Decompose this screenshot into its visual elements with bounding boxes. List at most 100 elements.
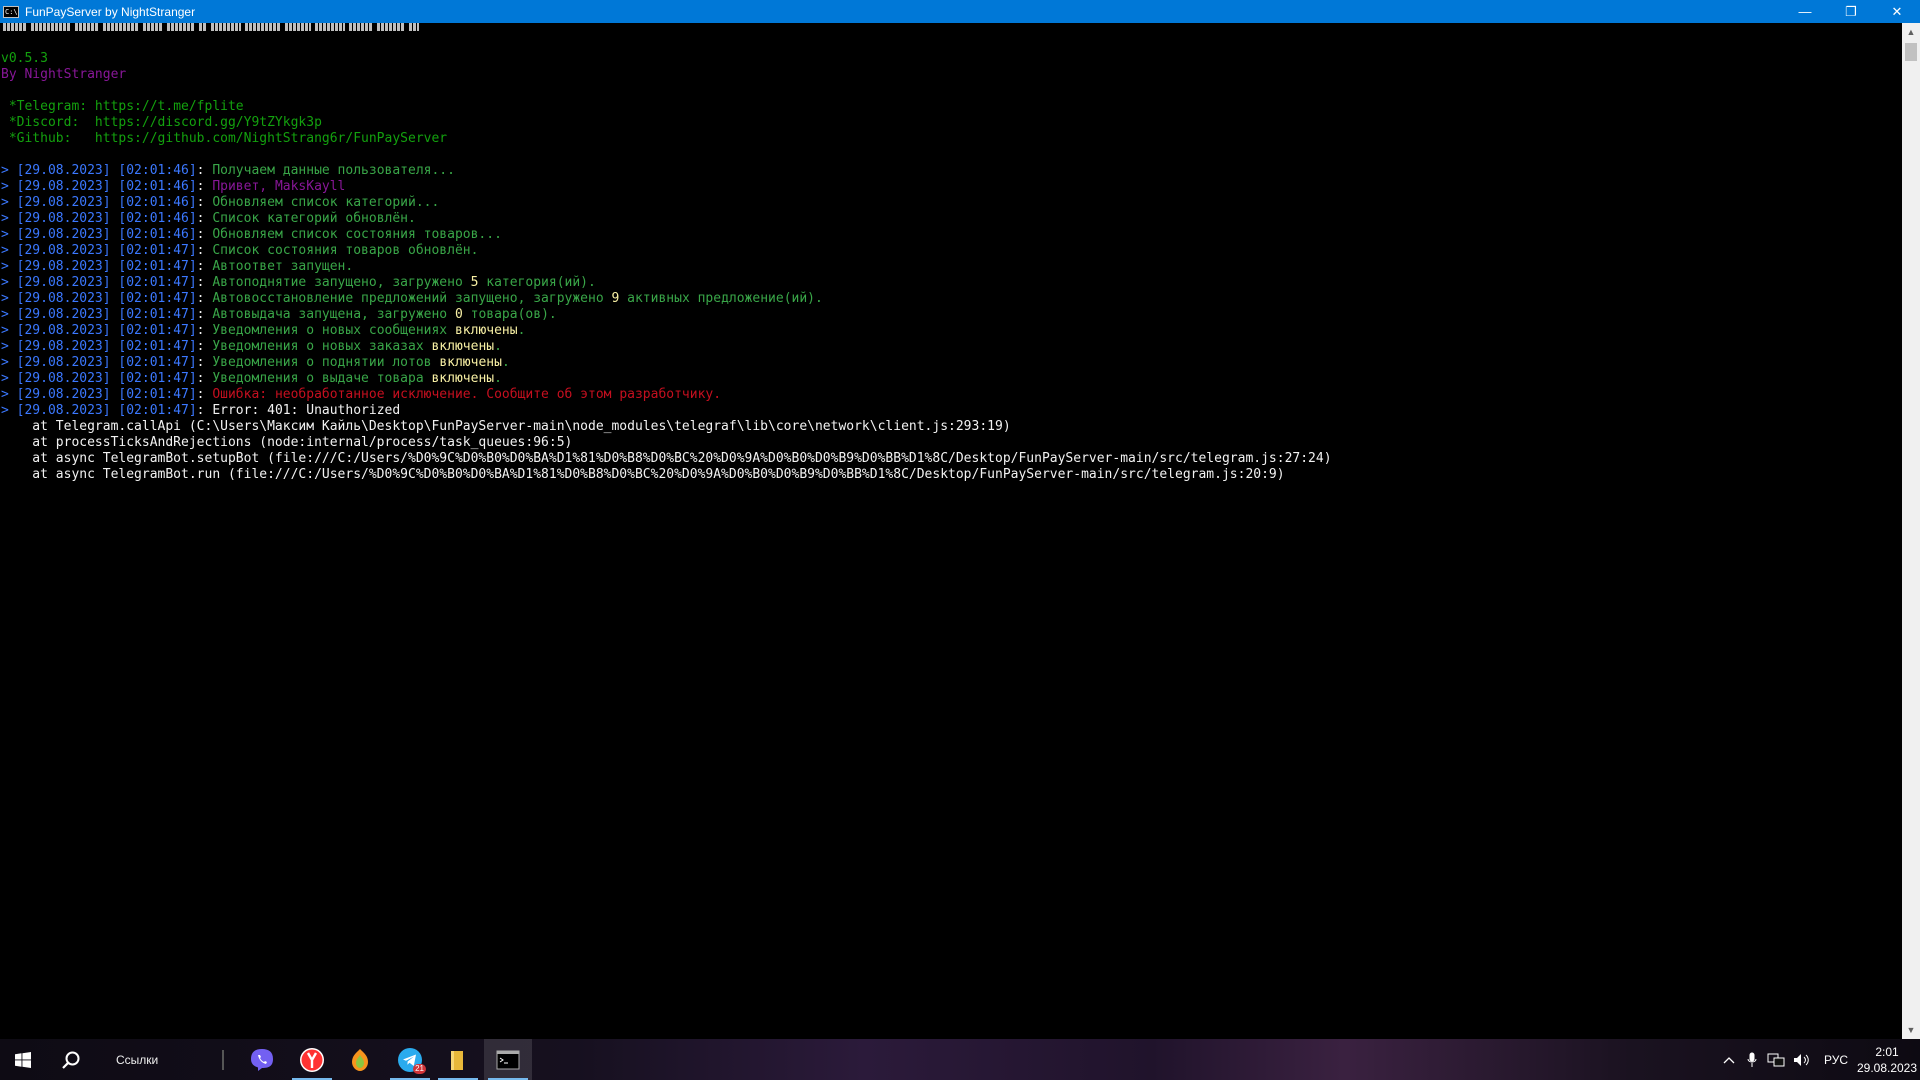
log-message: 0 bbox=[454, 307, 463, 322]
log-message: Ошибка: необработанное исключение. Сообщ… bbox=[212, 387, 722, 402]
link-label: *Discord: bbox=[1, 115, 95, 130]
scroll-down-arrow-icon[interactable]: ▼ bbox=[1902, 1021, 1920, 1039]
log-timestamp: [29.08.2023] [02:01:46] bbox=[16, 179, 197, 194]
network-icon bbox=[1767, 1053, 1785, 1066]
log-separator: : bbox=[196, 371, 213, 386]
language-indicator[interactable]: РУС bbox=[1818, 1039, 1854, 1080]
log-separator: : bbox=[196, 163, 213, 178]
link-line: *Github: https://github.com/NightStrang6… bbox=[1, 131, 1902, 147]
stack-line: at Telegram.callApi (C:\Users\Максим Кай… bbox=[1, 419, 1011, 434]
log-line: > [29.08.2023] [02:01:47]: Ошибка: необр… bbox=[1, 387, 1902, 403]
taskbar-app-yandex[interactable] bbox=[288, 1039, 336, 1080]
volume-tray[interactable] bbox=[1790, 1039, 1814, 1080]
log-timestamp: [29.08.2023] [02:01:47] bbox=[16, 307, 197, 322]
log-message: Уведомления о новых сообщениях bbox=[212, 323, 455, 338]
log-message: товара(ов). bbox=[462, 307, 557, 322]
ascii-banner bbox=[1, 23, 1902, 35]
console-output[interactable]: v0.5.3 By NightStranger *Telegram: https… bbox=[0, 23, 1902, 1039]
log-separator: : bbox=[196, 275, 213, 290]
link-line: *Discord: https://discord.gg/Y9tZYkgk3p bbox=[1, 115, 1902, 131]
log-message: Уведомления о поднятии лотов bbox=[212, 355, 440, 370]
prompt-marker: > bbox=[1, 339, 17, 354]
log-separator: : bbox=[196, 323, 213, 338]
log-separator: : bbox=[196, 291, 213, 306]
prompt-marker: > bbox=[1, 211, 17, 226]
log-timestamp: [29.08.2023] [02:01:47] bbox=[16, 387, 197, 402]
links-toolbar-label: Ссылки bbox=[116, 1052, 159, 1067]
close-button[interactable]: ✕ bbox=[1874, 0, 1920, 23]
file-explorer-icon bbox=[451, 1050, 463, 1070]
log-message: активных предложение(ий). bbox=[619, 291, 823, 306]
scroll-thumb[interactable] bbox=[1905, 43, 1917, 61]
clock-date: 29.08.2023 bbox=[1856, 1060, 1918, 1075]
prompt-marker: > bbox=[1, 291, 17, 306]
link-label: *Github: bbox=[1, 131, 95, 146]
link-url: https://github.com/NightStrang6r/FunPayS… bbox=[94, 131, 448, 146]
log-line: > [29.08.2023] [02:01:47]: Автовосстанов… bbox=[1, 291, 1902, 307]
clock[interactable]: 2:01 29.08.2023 bbox=[1856, 1039, 1918, 1080]
log-message: . bbox=[494, 339, 502, 354]
prompt-marker: > bbox=[1, 227, 17, 242]
link-line: *Telegram: https://t.me/fplite bbox=[1, 99, 1902, 115]
stack-line: at async TelegramBot.run (file:///C:/Use… bbox=[1, 467, 1285, 482]
log-message: Обновляем список состояния товаров... bbox=[212, 227, 502, 242]
microphone-icon bbox=[1747, 1052, 1757, 1067]
log-timestamp: [29.08.2023] [02:01:47] bbox=[16, 243, 197, 258]
scroll-up-arrow-icon[interactable]: ▲ bbox=[1902, 23, 1920, 41]
taskbar-app-explorer[interactable] bbox=[434, 1039, 482, 1080]
log-line: > [29.08.2023] [02:01:47]: Уведомления о… bbox=[1, 355, 1902, 371]
log-separator: : bbox=[196, 387, 213, 402]
log-message: включены bbox=[439, 355, 502, 370]
log-timestamp: [29.08.2023] [02:01:47] bbox=[16, 259, 197, 274]
log-message: Автовосстановление предложений запущено,… bbox=[212, 291, 612, 306]
minimize-button[interactable]: — bbox=[1782, 0, 1828, 23]
log-message: включены bbox=[431, 339, 495, 354]
taskbar-app-viber[interactable] bbox=[238, 1039, 286, 1080]
window-title-bar[interactable]: C:\ FunPayServer by NightStranger — ❐ ✕ bbox=[0, 0, 1920, 23]
microphone-tray[interactable] bbox=[1742, 1039, 1762, 1080]
log-line: > [29.08.2023] [02:01:47]: Уведомления о… bbox=[1, 323, 1902, 339]
prompt-marker: > bbox=[1, 371, 17, 386]
start-button[interactable] bbox=[0, 1039, 46, 1080]
log-message: Автоподнятие запущено, загружено bbox=[212, 275, 471, 290]
log-separator: : bbox=[196, 403, 213, 418]
prompt-marker: > bbox=[1, 403, 17, 418]
log-timestamp: [29.08.2023] [02:01:47] bbox=[16, 355, 197, 370]
links-block: *Telegram: https://t.me/fplite *Discord:… bbox=[1, 99, 1902, 147]
log-timestamp: [29.08.2023] [02:01:47] bbox=[16, 339, 197, 354]
log-message: Обновляем список категорий... bbox=[212, 195, 440, 210]
chevron-up-icon bbox=[1723, 1056, 1735, 1063]
link-label: *Telegram: bbox=[1, 99, 95, 114]
log-message: Error: 401: Unauthorized bbox=[212, 403, 401, 418]
console-scrollbar[interactable]: ▲ ▼ bbox=[1902, 23, 1920, 1039]
log-block: > [29.08.2023] [02:01:46]: Получаем данн… bbox=[1, 163, 1902, 419]
links-toolbar[interactable]: Ссылки bbox=[106, 1039, 226, 1080]
log-line: > [29.08.2023] [02:01:47]: Уведомления о… bbox=[1, 339, 1902, 355]
log-line: > [29.08.2023] [02:01:47]: Автоподнятие … bbox=[1, 275, 1902, 291]
log-timestamp: [29.08.2023] [02:01:47] bbox=[16, 323, 197, 338]
command-prompt-icon bbox=[496, 1050, 520, 1069]
log-line: > [29.08.2023] [02:01:46]: Обновляем спи… bbox=[1, 227, 1902, 243]
restore-button[interactable]: ❐ bbox=[1828, 0, 1874, 23]
prompt-marker: > bbox=[1, 307, 17, 322]
log-message: Уведомления о новых заказах bbox=[212, 339, 432, 354]
log-timestamp: [29.08.2023] [02:01:47] bbox=[16, 371, 197, 386]
taskbar-app-telegram[interactable]: 21 bbox=[386, 1039, 434, 1080]
taskbar-app-fl-studio[interactable] bbox=[336, 1039, 384, 1080]
taskbar-app-cmd[interactable] bbox=[484, 1039, 532, 1080]
log-message: Привет, MaksKayll bbox=[212, 179, 346, 194]
prompt-marker: > bbox=[1, 195, 17, 210]
log-line: > [29.08.2023] [02:01:47]: Список состоя… bbox=[1, 243, 1902, 259]
network-tray[interactable] bbox=[1764, 1039, 1788, 1080]
log-message: Автовыдача запущена, загружено bbox=[212, 307, 455, 322]
log-line: > [29.08.2023] [02:01:47]: Error: 401: U… bbox=[1, 403, 1902, 419]
log-message: Список категорий обновлён. bbox=[212, 211, 416, 226]
console-app-icon[interactable]: C:\ bbox=[3, 5, 19, 18]
log-message: . bbox=[501, 355, 510, 370]
search-button[interactable] bbox=[48, 1039, 94, 1080]
log-separator: : bbox=[196, 339, 213, 354]
show-hidden-icons-button[interactable] bbox=[1718, 1039, 1740, 1080]
log-message: . bbox=[517, 323, 526, 338]
log-separator: : bbox=[196, 307, 213, 322]
